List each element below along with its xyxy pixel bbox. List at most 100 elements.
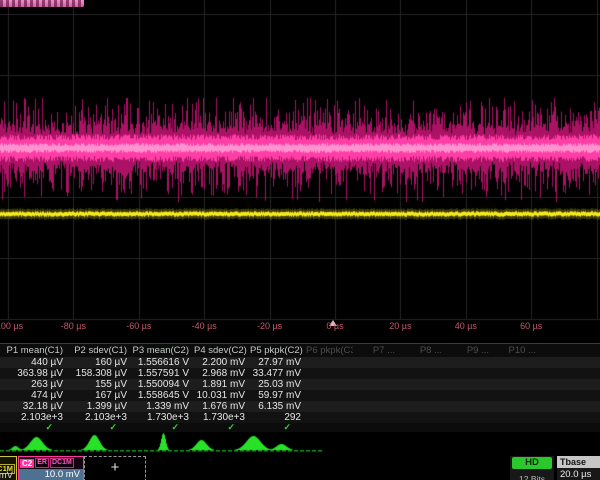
time-axis-labels: -100 µs-80 µs-60 µs-40 µs-20 µs0 µs20 µs… [0, 321, 600, 333]
table-cell: 1.891 mV [194, 379, 250, 390]
filler [541, 423, 600, 432]
clipped-trace-descriptor-badge [0, 0, 84, 7]
table-cell [400, 357, 447, 368]
table-cell [306, 390, 353, 401]
time-axis-label: 60 µs [520, 321, 542, 331]
timebase-descriptor[interactable]: Tbase 20.0 µs [557, 456, 600, 480]
hd-badge: HD [512, 457, 552, 469]
table-cell: 10.031 mV [194, 390, 250, 401]
table-cell: 1.339 mV [132, 401, 194, 412]
filler [541, 344, 600, 357]
table-cell: 2.200 mV [194, 357, 250, 368]
table-cell: 155 µV [68, 379, 132, 390]
filler [353, 423, 400, 432]
channel-c2-descriptor[interactable]: C2 ER DC1M 10.0 mV [18, 456, 84, 480]
filler [306, 423, 353, 432]
table-cell [494, 412, 541, 423]
table-cell: 2.968 mV [194, 368, 250, 379]
table-cell [306, 412, 353, 423]
table-cell [400, 379, 447, 390]
hd-bits-label: 12 Bits [519, 474, 545, 480]
channel-c1-descriptor[interactable]: DC1M 0 mV [0, 456, 17, 480]
oscilloscope-screen: -100 µs-80 µs-60 µs-40 µs-20 µs0 µs20 µs… [0, 0, 600, 480]
table-cell: 1.730e+3 [132, 412, 194, 423]
table-cell: 440 µV [0, 357, 68, 368]
measure-header-unused[interactable]: P7 ... [353, 344, 400, 357]
hd-mode-indicator[interactable]: HD 12 Bits [510, 456, 554, 480]
measurement-table[interactable]: P1 mean(C1)P2 sdev(C1)P3 mean(C2)P4 sdev… [0, 343, 600, 432]
c2-volts-per-div: 10.0 mV [19, 469, 83, 480]
table-cell [447, 379, 494, 390]
c2-er-badge: ER [35, 458, 49, 468]
table-cell [353, 401, 400, 412]
measure-header-unused[interactable]: P9 ... [447, 344, 494, 357]
status-check-icon: ✓ [250, 423, 306, 432]
table-cell: 474 µV [0, 390, 68, 401]
table-cell [353, 368, 400, 379]
table-cell: 160 µV [68, 357, 132, 368]
table-cell: 263 µV [0, 379, 68, 390]
filler [494, 423, 541, 432]
timebase-title: Tbase [557, 456, 600, 468]
table-cell: 6.135 mV [250, 401, 306, 412]
table-cell [541, 368, 600, 379]
table-cell: 2.103e+3 [0, 412, 68, 423]
filler [447, 423, 494, 432]
table-cell [494, 357, 541, 368]
table-cell: 25.03 mV [250, 379, 306, 390]
table-cell: 32.18 µV [0, 401, 68, 412]
timebase-value: 20.0 µs [557, 468, 600, 480]
table-cell [494, 401, 541, 412]
table-cell: 158.308 µV [68, 368, 132, 379]
status-check-icon: ✓ [132, 423, 194, 432]
measure-header-unused[interactable]: P8 ... [400, 344, 447, 357]
table-cell [400, 390, 447, 401]
table-cell [494, 390, 541, 401]
table-cell: 1.730e+3 [194, 412, 250, 423]
table-cell: 1.550094 V [132, 379, 194, 390]
table-cell [353, 357, 400, 368]
time-axis-label: -40 µs [192, 321, 217, 331]
table-cell: 1.557591 V [132, 368, 194, 379]
table-cell: 1.556616 V [132, 357, 194, 368]
table-cell [400, 412, 447, 423]
table-cell [447, 390, 494, 401]
table-cell: 27.97 mV [250, 357, 306, 368]
status-check-icon: ✓ [68, 423, 132, 432]
add-trace-button[interactable]: + [84, 456, 146, 480]
table-cell [306, 368, 353, 379]
table-cell [447, 412, 494, 423]
table-cell [541, 412, 600, 423]
table-cell: 2.103e+3 [68, 412, 132, 423]
table-cell [447, 357, 494, 368]
table-cell [400, 401, 447, 412]
time-axis-label: 20 µs [389, 321, 411, 331]
measure-header-unused[interactable]: P10 ... [494, 344, 541, 357]
filler [400, 423, 447, 432]
time-axis-label: -80 µs [61, 321, 86, 331]
time-axis-label: 40 µs [455, 321, 477, 331]
table-cell: 1.676 mV [194, 401, 250, 412]
table-cell [541, 390, 600, 401]
time-axis-label: 0 µs [326, 321, 343, 331]
time-axis-label: -20 µs [257, 321, 282, 331]
table-cell: 1.558645 V [132, 390, 194, 401]
status-check-icon: ✓ [194, 423, 250, 432]
measure-header[interactable]: P4 sdev(C2) [194, 344, 250, 357]
time-axis-label: -100 µs [0, 321, 23, 331]
table-cell [447, 368, 494, 379]
table-cell [306, 379, 353, 390]
measure-header[interactable]: P1 mean(C1) [0, 344, 68, 357]
table-cell [494, 379, 541, 390]
measure-header[interactable]: P3 mean(C2) [132, 344, 194, 357]
measure-header-unused[interactable]: P6 pkpk(C3) [306, 344, 353, 357]
table-cell [541, 379, 600, 390]
table-cell: 292 [250, 412, 306, 423]
table-cell [353, 390, 400, 401]
table-cell [306, 357, 353, 368]
table-cell [494, 368, 541, 379]
table-cell [541, 357, 600, 368]
table-cell [400, 368, 447, 379]
measure-header[interactable]: P5 pkpk(C2) [250, 344, 306, 357]
measure-header[interactable]: P2 sdev(C1) [68, 344, 132, 357]
